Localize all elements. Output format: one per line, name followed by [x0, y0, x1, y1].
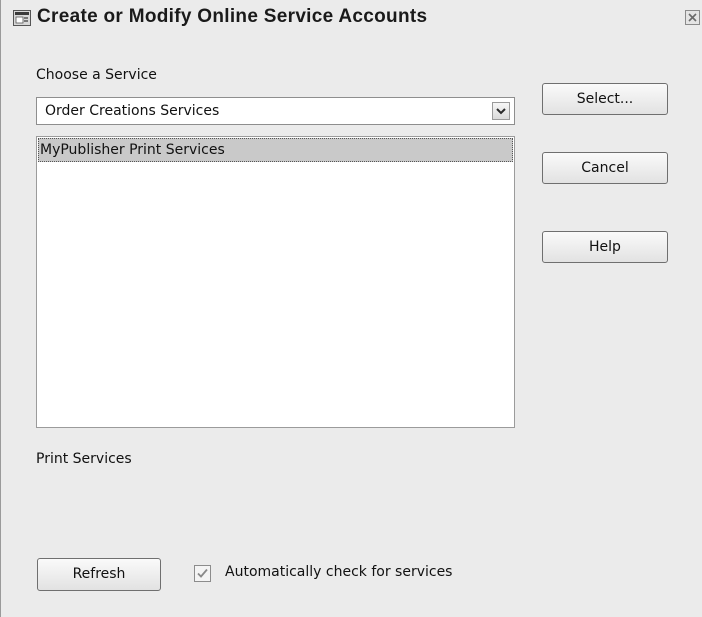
- help-button[interactable]: Help: [542, 231, 668, 263]
- list-item[interactable]: MyPublisher Print Services: [38, 138, 513, 162]
- list-item-label: MyPublisher Print Services: [40, 142, 225, 158]
- auto-check-label[interactable]: Automatically check for services: [225, 564, 452, 580]
- computer-window-icon: [13, 10, 31, 26]
- service-dropdown[interactable]: Order Creations Services: [36, 97, 515, 125]
- auto-check-checkbox[interactable]: [194, 565, 211, 582]
- close-icon[interactable]: [685, 10, 700, 25]
- title-bar: Create or Modify Online Service Accounts: [1, 0, 702, 36]
- checkmark-icon: [197, 568, 208, 578]
- choose-service-label: Choose a Service: [36, 67, 157, 83]
- category-label: Print Services: [36, 451, 132, 467]
- online-service-accounts-dialog: Create or Modify Online Service Accounts…: [0, 0, 702, 617]
- service-list[interactable]: MyPublisher Print Services: [36, 136, 515, 428]
- select-button[interactable]: Select...: [542, 83, 668, 115]
- service-dropdown-value: Order Creations Services: [45, 103, 220, 119]
- cancel-button[interactable]: Cancel: [542, 152, 668, 184]
- dialog-title: Create or Modify Online Service Accounts: [37, 6, 428, 27]
- refresh-button[interactable]: Refresh: [37, 558, 161, 591]
- chevron-down-icon[interactable]: [492, 102, 510, 120]
